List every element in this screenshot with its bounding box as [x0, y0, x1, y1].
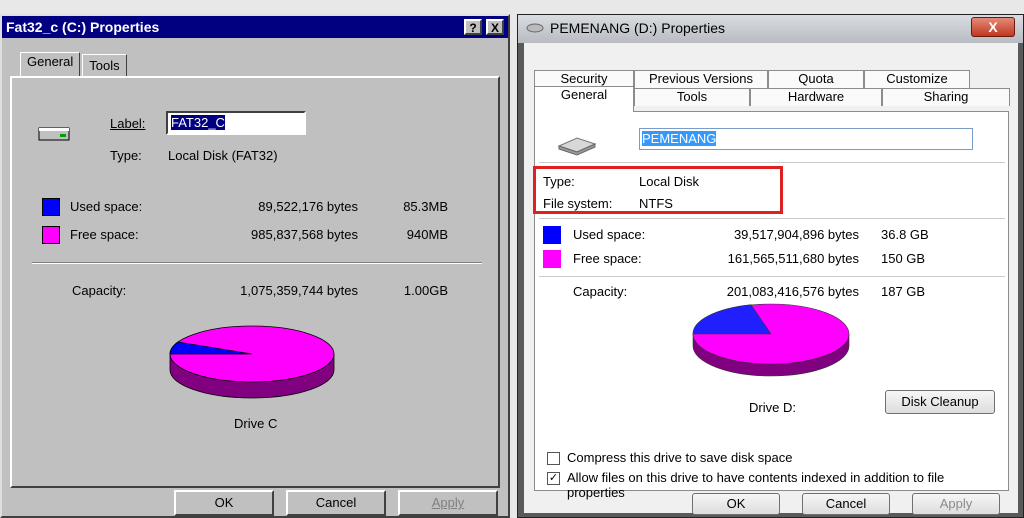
fat32-properties-dialog: Fat32_c (C:) Properties ? X General Tool… [0, 14, 510, 518]
tab-customize[interactable]: Customize [864, 70, 970, 88]
cancel-button[interactable]: Cancel [286, 490, 386, 516]
index-checkbox[interactable]: ✓ [547, 472, 560, 485]
divider [539, 162, 1005, 163]
type-value: Local Disk (FAT32) [168, 148, 278, 163]
free-swatch [42, 226, 60, 244]
used-bytes: 89,522,176 bytes [258, 199, 358, 214]
used-bytes: 39,517,904,896 bytes [733, 227, 859, 242]
used-size: 36.8 GB [881, 227, 929, 242]
general-panel: Label: FAT32_C Type: Local Disk (FAT32) … [10, 76, 500, 488]
dialog-title: PEMENANG (D:) Properties [550, 20, 726, 36]
tab-tools[interactable]: Tools [634, 88, 750, 106]
capacity-size: 187 GB [881, 284, 926, 299]
capacity-size: 1.00GB [403, 283, 448, 298]
used-size: 85.3MB [403, 199, 448, 214]
compress-checkbox[interactable] [547, 452, 560, 465]
drive-c-pie-chart [169, 325, 335, 399]
tab-tools[interactable]: Tools [82, 54, 127, 78]
close-button[interactable]: X [486, 19, 504, 35]
free-bytes: 985,837,568 bytes [251, 227, 358, 242]
type-value: Local Disk [639, 174, 699, 189]
used-swatch [42, 198, 60, 216]
ok-button[interactable]: OK [174, 490, 274, 516]
tab-sharing[interactable]: Sharing [882, 88, 1010, 106]
free-label: Free space: [573, 251, 642, 266]
dialog-body: Security Previous Versions Quota Customi… [524, 43, 1018, 515]
free-bytes: 161,565,511,680 bytes [727, 251, 859, 266]
label-caption: Label: [110, 116, 146, 131]
label-input[interactable]: FAT32_C [166, 111, 306, 135]
capacity-label: Capacity: [573, 284, 628, 299]
label-input-value: FAT32_C [171, 115, 225, 130]
tab-strip: General Tools [20, 52, 129, 78]
tab-hardware[interactable]: Hardware [750, 88, 882, 106]
tab-general[interactable]: General [534, 86, 634, 112]
drive-d-label: Drive D: [749, 400, 796, 415]
capacity-label: Capacity: [72, 283, 127, 298]
divider [32, 262, 482, 264]
apply-button[interactable]: Apply [912, 493, 1000, 515]
tab-quota[interactable]: Quota [768, 70, 864, 88]
general-panel: PEMENANG Type: Local Disk File system: N… [533, 111, 1009, 500]
dialog-title: Fat32_c (C:) Properties [6, 19, 160, 35]
fs-caption: File system: [543, 196, 613, 211]
free-swatch [543, 250, 561, 268]
tab-previous-versions[interactable]: Previous Versions [634, 70, 768, 88]
help-button[interactable]: ? [464, 19, 482, 35]
free-size: 150 GB [881, 251, 926, 266]
tab-general[interactable]: General [20, 52, 81, 76]
used-label: Used space: [573, 227, 646, 242]
drive-name-value: PEMENANG [642, 131, 717, 146]
drive-icon [557, 137, 597, 156]
pemenang-properties-dialog: PEMENANG (D:) Properties X Security Prev… [517, 14, 1024, 518]
fs-value: NTFS [639, 196, 673, 211]
close-button[interactable]: X [971, 17, 1015, 37]
capacity-bytes: 1,075,359,744 bytes [240, 283, 358, 298]
used-label: Used space: [70, 199, 143, 214]
capacity-bytes: 201,083,416,576 bytes [726, 284, 859, 299]
compress-label: Compress this drive to save disk space [567, 450, 793, 465]
used-swatch [543, 226, 561, 244]
drive-icon [38, 127, 70, 141]
type-caption: Type: [110, 148, 142, 163]
title-bar: Fat32_c (C:) Properties ? X [2, 16, 508, 38]
divider [539, 276, 1005, 277]
drive-d-pie-chart [692, 303, 850, 377]
ok-button[interactable]: OK [692, 493, 780, 515]
free-label: Free space: [70, 227, 139, 242]
drive-icon [526, 23, 544, 33]
cancel-button[interactable]: Cancel [802, 493, 890, 515]
drive-name-input[interactable]: PEMENANG [639, 128, 973, 150]
divider [539, 218, 1005, 219]
free-size: 940MB [406, 227, 448, 242]
type-caption: Type: [543, 174, 575, 189]
apply-button[interactable]: Apply [398, 490, 498, 516]
title-bar: PEMENANG (D:) Properties X [518, 15, 1023, 43]
disk-cleanup-button[interactable]: Disk Cleanup [885, 390, 995, 414]
drive-c-label: Drive C [234, 416, 278, 431]
